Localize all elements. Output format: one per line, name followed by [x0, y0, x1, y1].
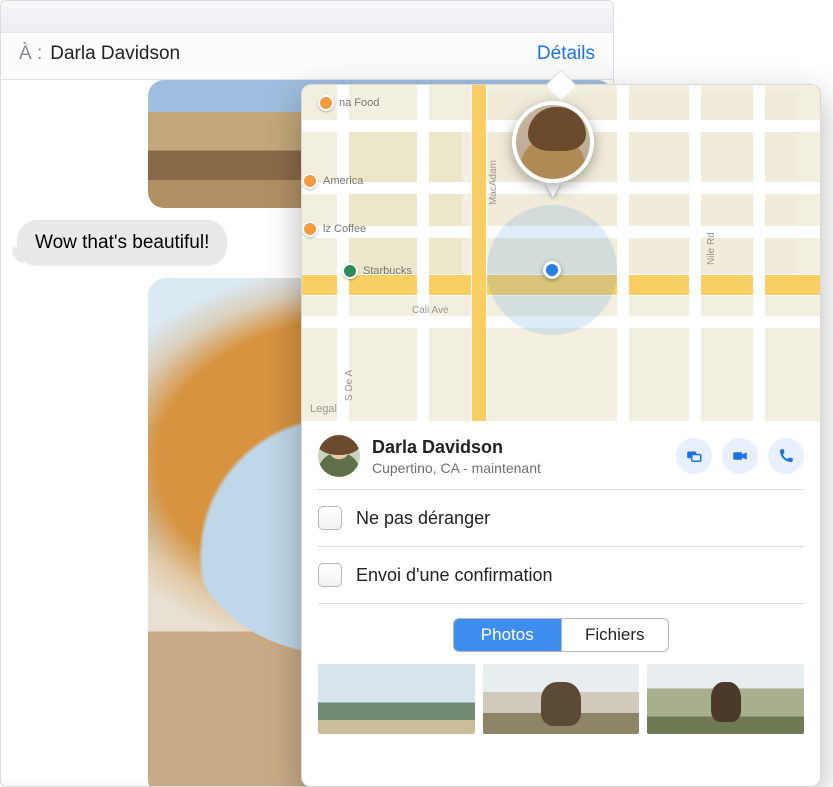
- photo-thumbnails: [302, 662, 820, 734]
- details-popover: na Food America lz Coffee Starbucks MacA…: [301, 84, 821, 787]
- screens-icon: [685, 447, 703, 465]
- tab-files[interactable]: Fichiers: [561, 619, 669, 651]
- map-pin-icon: [342, 263, 358, 279]
- conversation-header: À : Darla Davidson Détails: [1, 33, 613, 80]
- map-poi: na Food: [318, 95, 379, 111]
- to-label: À :: [19, 43, 42, 65]
- location-map[interactable]: na Food America lz Coffee Starbucks MacA…: [302, 85, 820, 421]
- map-legal-link[interactable]: Legal: [310, 403, 337, 415]
- map-pin-icon: [302, 173, 318, 189]
- map-street-label: MacAdam: [488, 160, 499, 205]
- contact-name: Darla Davidson: [372, 437, 664, 458]
- read-receipts-checkbox[interactable]: [318, 563, 342, 587]
- map-poi: America: [302, 173, 363, 189]
- window-titlebar: [1, 1, 613, 33]
- map-pin-icon: [302, 221, 318, 237]
- map-street-label: Cali Ave: [412, 305, 449, 316]
- attachments-segmented-control[interactable]: Photos Fichiers: [453, 618, 669, 652]
- read-receipts-label: Envoi d'une confirmation: [356, 565, 553, 586]
- map-street-label: Nile Rd: [706, 232, 717, 265]
- photo-thumbnail[interactable]: [318, 664, 475, 734]
- divider: [318, 603, 804, 604]
- map-pin-icon: [318, 95, 334, 111]
- do-not-disturb-row[interactable]: Ne pas déranger: [302, 490, 820, 546]
- screen-share-button[interactable]: [676, 438, 712, 474]
- read-receipts-row[interactable]: Envoi d'une confirmation: [302, 547, 820, 603]
- location-dot-icon: [543, 261, 561, 279]
- photo-thumbnail[interactable]: [647, 664, 804, 734]
- contact-location-status: Cupertino, CA - maintenant: [372, 460, 664, 476]
- dnd-label: Ne pas déranger: [356, 508, 490, 529]
- contact-avatar-on-map[interactable]: [512, 101, 594, 183]
- map-poi-label: America: [323, 175, 363, 187]
- contact-row: Darla Davidson Cupertino, CA - maintenan…: [302, 421, 820, 489]
- map-poi-label: Starbucks: [363, 265, 412, 277]
- map-poi-label: lz Coffee: [323, 223, 366, 235]
- phone-icon: [777, 447, 795, 465]
- message-bubble-incoming[interactable]: Wow that's beautiful!: [17, 220, 227, 266]
- message-text: Wow that's beautiful!: [35, 232, 209, 253]
- map-poi: lz Coffee: [302, 221, 366, 237]
- map-street-label: S De A: [344, 370, 355, 401]
- details-button[interactable]: Détails: [537, 43, 595, 65]
- recipient-name[interactable]: Darla Davidson: [50, 43, 537, 65]
- video-call-button[interactable]: [722, 438, 758, 474]
- avatar-pointer-icon: [545, 183, 561, 197]
- audio-call-button[interactable]: [768, 438, 804, 474]
- contact-avatar[interactable]: [318, 435, 360, 477]
- photo-thumbnail[interactable]: [483, 664, 640, 734]
- map-poi-label: na Food: [339, 97, 379, 109]
- video-icon: [731, 447, 749, 465]
- dnd-checkbox[interactable]: [318, 506, 342, 530]
- tab-photos[interactable]: Photos: [454, 619, 561, 651]
- map-poi: Starbucks: [342, 263, 412, 279]
